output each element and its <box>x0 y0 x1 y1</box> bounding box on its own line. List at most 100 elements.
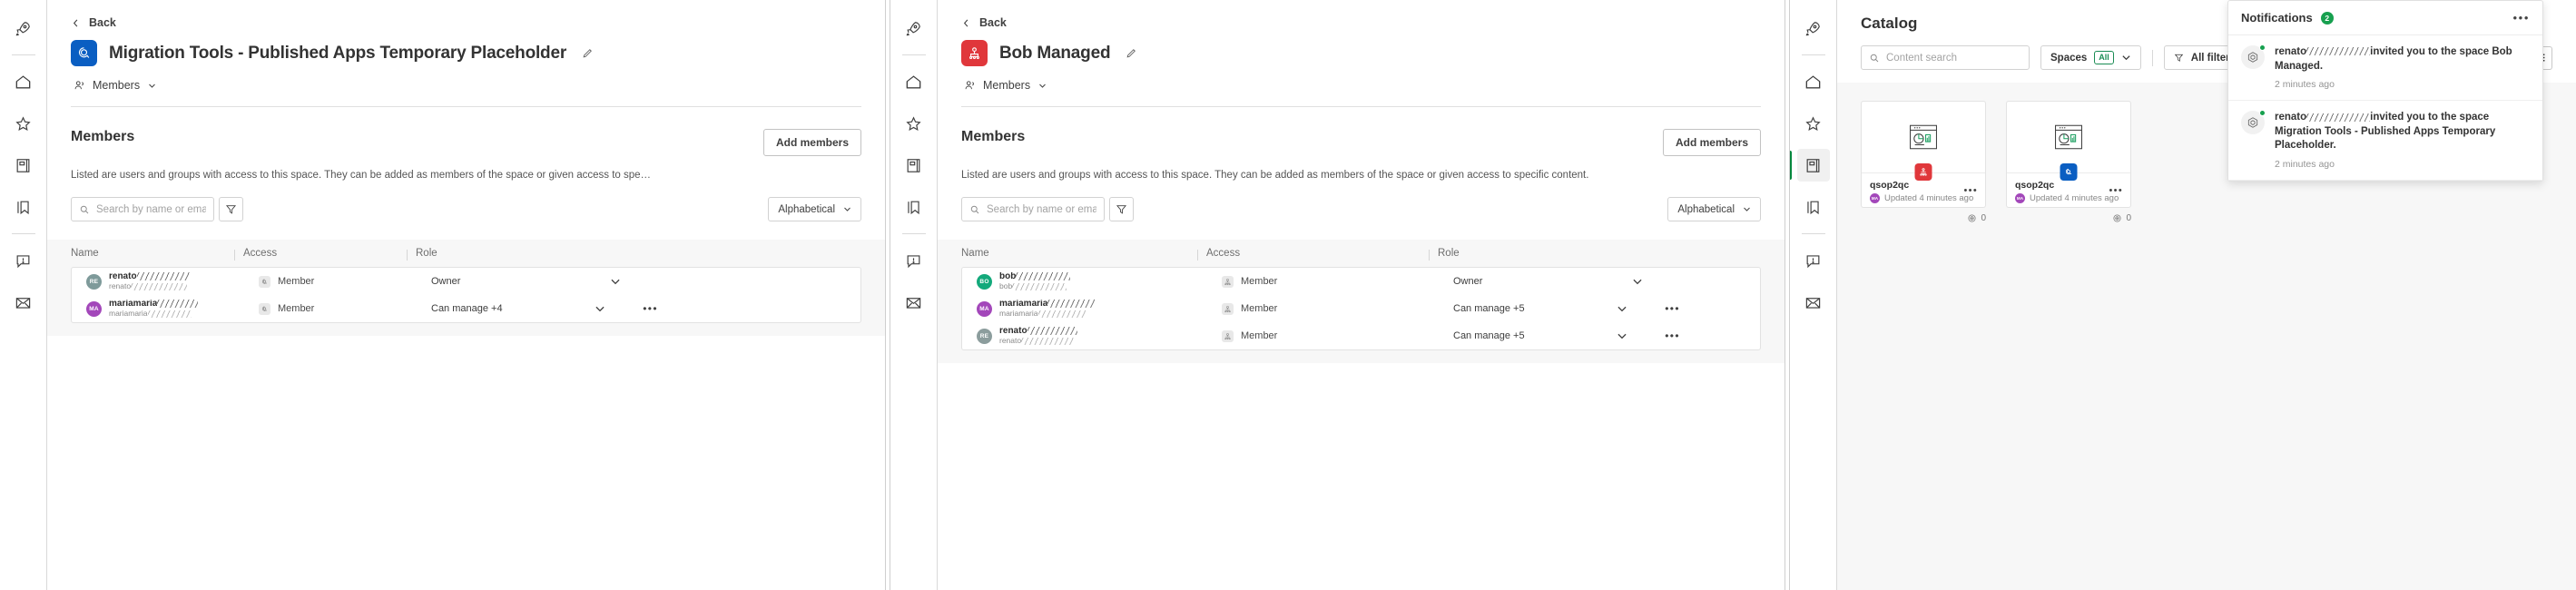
star-icon[interactable] <box>1797 107 1830 140</box>
rocket-icon[interactable] <box>1797 12 1830 44</box>
panel-catalog: Catalog Spaces All All filters <box>1790 0 2576 590</box>
tab-members-2[interactable]: Members <box>964 79 1761 92</box>
add-members-button-2[interactable]: Add members <box>1662 129 1761 156</box>
rocket-icon[interactable] <box>898 12 930 44</box>
avatar: MA <box>2015 193 2025 203</box>
sidebar-divider <box>901 233 926 234</box>
card-views-count: 0 <box>1981 213 1986 223</box>
row-overflow-button[interactable]: ••• <box>1665 330 1680 341</box>
sidebar-item-catalog[interactable] <box>1790 149 1830 182</box>
redacted-name <box>1027 327 1077 336</box>
spaces-filter-button[interactable]: Spaces All <box>2040 45 2141 70</box>
role-dropdown-chevron[interactable] <box>1616 302 1628 315</box>
spaces-label: Spaces <box>2050 52 2088 64</box>
bookmark-icon[interactable] <box>898 191 930 223</box>
column-header-name: Name <box>71 248 99 260</box>
member-filter-button-1[interactable] <box>219 197 243 222</box>
group-access-icon <box>1222 275 1234 288</box>
content-search-box[interactable] <box>1861 45 2030 70</box>
filter-icon <box>225 205 237 214</box>
search-icon <box>80 205 89 213</box>
catalog-card[interactable]: qsop2qc MA Updated 4 minutes ago ••• <box>1861 101 1986 208</box>
member-sort-button-2[interactable]: Alphabetical <box>1667 197 1761 222</box>
bookmark-icon[interactable] <box>7 191 40 223</box>
table-row[interactable]: MA mariamaria mariamaria Member Can manage +… <box>962 295 1760 322</box>
back-button-1[interactable]: Back <box>71 16 861 29</box>
member-search-box-1[interactable] <box>71 197 214 222</box>
bookmark-icon[interactable] <box>1797 191 1830 223</box>
role-dropdown-chevron[interactable] <box>594 302 606 315</box>
column-header-access: Access <box>234 248 416 261</box>
tab-label-1: Members <box>93 79 141 92</box>
notification-time: 2 minutes ago <box>2275 158 2335 170</box>
mail-icon[interactable] <box>7 286 40 319</box>
catalog-icon[interactable] <box>7 149 40 182</box>
notifications-more-button[interactable]: ••• <box>2513 12 2530 24</box>
rocket-icon[interactable] <box>7 12 40 44</box>
role-dropdown-chevron[interactable] <box>1616 329 1628 342</box>
members-table-1: Name Access Role RE renato renato Member Own… <box>47 240 885 337</box>
alerts-icon[interactable] <box>7 244 40 277</box>
mail-icon[interactable] <box>1797 286 1830 319</box>
role-dropdown-chevron[interactable] <box>1631 275 1644 288</box>
catalog-card-wrapper: qsop2qc MA Updated 4 minutes ago ••• 0 <box>2006 101 2131 590</box>
home-icon[interactable] <box>7 65 40 98</box>
card-overflow-button[interactable]: ••• <box>2109 186 2123 196</box>
card-thumbnail <box>1862 102 1985 172</box>
members-icon <box>965 81 974 90</box>
catalog-icon[interactable] <box>898 149 930 182</box>
card-updated: Updated 4 minutes ago <box>1884 193 1974 203</box>
home-icon[interactable] <box>898 65 930 98</box>
card-updated: Updated 4 minutes ago <box>2030 193 2119 203</box>
notification-text: renato invited you to the space Migration… <box>2275 112 2496 152</box>
avatar: RE <box>86 273 102 290</box>
notification-item[interactable]: renato invited you to the space Bob Manag… <box>2228 35 2542 102</box>
members-table-header-1: Name Access Role <box>47 240 885 267</box>
eye-icon <box>2113 214 2121 222</box>
tab-members-1[interactable]: Members <box>74 79 861 92</box>
table-row[interactable]: RE renato renato Member Owner <box>72 268 860 295</box>
member-access: Member <box>278 276 315 288</box>
alerts-icon[interactable] <box>1797 244 1830 277</box>
notification-item[interactable]: renato invited you to the space Migration… <box>2228 101 2542 181</box>
member-search-box-2[interactable] <box>961 197 1105 222</box>
row-overflow-button[interactable]: ••• <box>643 303 658 314</box>
mail-icon[interactable] <box>898 286 930 319</box>
alerts-icon[interactable] <box>898 244 930 277</box>
members-table-2: Name Access Role BO bob bob Member Owner MA ma… <box>938 240 1785 364</box>
add-members-button-1[interactable]: Add members <box>762 129 861 156</box>
members-heading-2: Members <box>961 129 1026 144</box>
table-row[interactable]: BO bob bob Member Owner <box>962 268 1760 295</box>
sidebar-divider <box>11 233 35 234</box>
chevron-down-icon <box>2122 55 2130 61</box>
redacted-email <box>1037 310 1086 318</box>
card-overflow-button[interactable]: ••• <box>1964 186 1978 196</box>
filter-icon <box>1116 205 1127 214</box>
table-row[interactable]: MA mariamaria mariamaria Member Can manage +… <box>72 295 860 322</box>
app-root: Back Migration Tools - Published Apps Te… <box>0 0 2576 590</box>
pencil-icon[interactable] <box>1126 47 1137 59</box>
member-access: Member <box>1241 330 1278 342</box>
star-icon[interactable] <box>7 107 40 140</box>
content-search-input[interactable] <box>1886 52 2021 64</box>
managed-space-icon <box>969 47 979 60</box>
role-dropdown-chevron[interactable] <box>609 275 622 288</box>
redacted-email <box>1012 282 1067 290</box>
catalog-card-wrapper: qsop2qc MA Updated 4 minutes ago ••• 0 <box>1861 101 1986 590</box>
member-search-input-1[interactable] <box>96 203 206 215</box>
column-header-name: Name <box>961 248 989 260</box>
home-icon[interactable] <box>1797 65 1830 98</box>
avatar: RE <box>977 328 992 344</box>
star-icon[interactable] <box>898 107 930 140</box>
back-button-2[interactable]: Back <box>961 16 1761 29</box>
sidebar-divider <box>11 54 35 55</box>
table-row[interactable]: RE renato renato Member Can manage +5 ••• <box>962 322 1760 349</box>
search-icon <box>970 205 979 213</box>
redacted-actor <box>2306 47 2371 56</box>
pencil-icon[interactable] <box>582 47 594 59</box>
catalog-card[interactable]: qsop2qc MA Updated 4 minutes ago ••• <box>2006 101 2131 208</box>
row-overflow-button[interactable]: ••• <box>1665 303 1680 314</box>
member-sort-button-1[interactable]: Alphabetical <box>768 197 861 222</box>
member-filter-button-2[interactable] <box>1109 197 1134 222</box>
member-search-input-2[interactable] <box>987 203 1096 215</box>
